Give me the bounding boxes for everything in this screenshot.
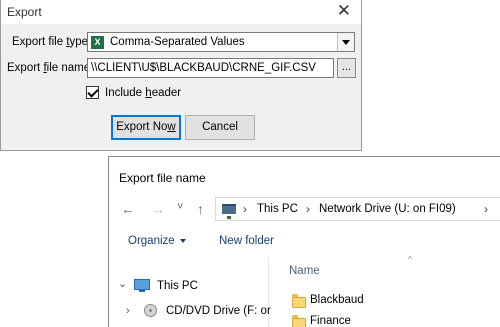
folder-icon <box>292 294 306 308</box>
dropdown-arrow-icon[interactable] <box>337 33 354 51</box>
export-now-button[interactable]: Export Now <box>111 115 181 140</box>
breadcrumb-separator[interactable]: › <box>306 202 310 216</box>
back-arrow-icon[interactable]: ← <box>121 201 135 217</box>
export-dialog-titlebar: Export ✕ <box>1 0 361 24</box>
new-folder-button[interactable]: New folder <box>219 235 274 247</box>
list-item[interactable]: Finance <box>310 315 351 327</box>
breadcrumb-separator[interactable]: › <box>243 202 247 216</box>
browse-button[interactable]: ... <box>337 58 356 78</box>
list-item[interactable]: Blackbaud <box>310 294 364 306</box>
folder-icon <box>292 315 306 327</box>
chevron-down-icon <box>179 238 186 243</box>
breadcrumb-this-pc[interactable]: This PC <box>257 203 298 215</box>
file-type-label: Export file type: <box>12 36 92 48</box>
column-header-name[interactable]: Name <box>289 265 320 277</box>
include-header-checkbox[interactable] <box>86 86 99 99</box>
breadcrumb[interactable]: › This PC › Network Drive (U: on FI09) › <box>215 197 500 221</box>
sort-indicator-icon: ^ <box>408 255 412 264</box>
network-drive-icon <box>222 204 236 219</box>
cd-drive-icon <box>144 304 157 317</box>
file-dialog: Export file name ← → ˅ ↑ › This PC › Net… <box>108 156 500 327</box>
computer-icon <box>134 279 150 292</box>
forward-arrow-icon[interactable]: → <box>151 201 165 217</box>
recent-locations-icon[interactable]: ˅ <box>177 201 183 213</box>
breadcrumb-separator[interactable]: › <box>484 202 488 216</box>
chevron-right-icon[interactable]: › <box>126 305 130 317</box>
tree-item-this-pc[interactable]: This PC <box>157 280 198 292</box>
file-name-input[interactable]: \\CLIENT\U$\BLACKBAUD\CRNE_GIF.CSV <box>87 58 334 78</box>
file-name-value: \\CLIENT\U$\BLACKBAUD\CRNE_GIF.CSV <box>91 62 316 74</box>
tree-item-cd-dvd-drive[interactable]: CD/DVD Drive (F: or <box>166 305 271 317</box>
file-dialog-title: Export file name <box>119 171 206 185</box>
file-type-select[interactable]: X Comma-Separated Values <box>87 32 355 52</box>
close-icon[interactable]: ✕ <box>337 1 351 21</box>
cancel-button[interactable]: Cancel <box>185 115 255 140</box>
file-type-value: Comma-Separated Values <box>110 36 245 48</box>
excel-icon: X <box>91 36 104 49</box>
include-header-label: Include header <box>105 87 182 99</box>
organize-button[interactable]: Organize <box>128 235 186 247</box>
organize-label: Organize <box>128 235 175 247</box>
up-arrow-icon[interactable]: ↑ <box>197 201 204 217</box>
export-dialog: Export ✕ Export file type: X Comma-Separ… <box>0 0 362 151</box>
file-name-label: Export file name: <box>7 62 94 74</box>
chevron-down-icon[interactable]: ⌄ <box>118 277 127 290</box>
breadcrumb-network-drive[interactable]: Network Drive (U: on FI09) <box>319 203 456 215</box>
export-dialog-title: Export <box>7 5 42 19</box>
